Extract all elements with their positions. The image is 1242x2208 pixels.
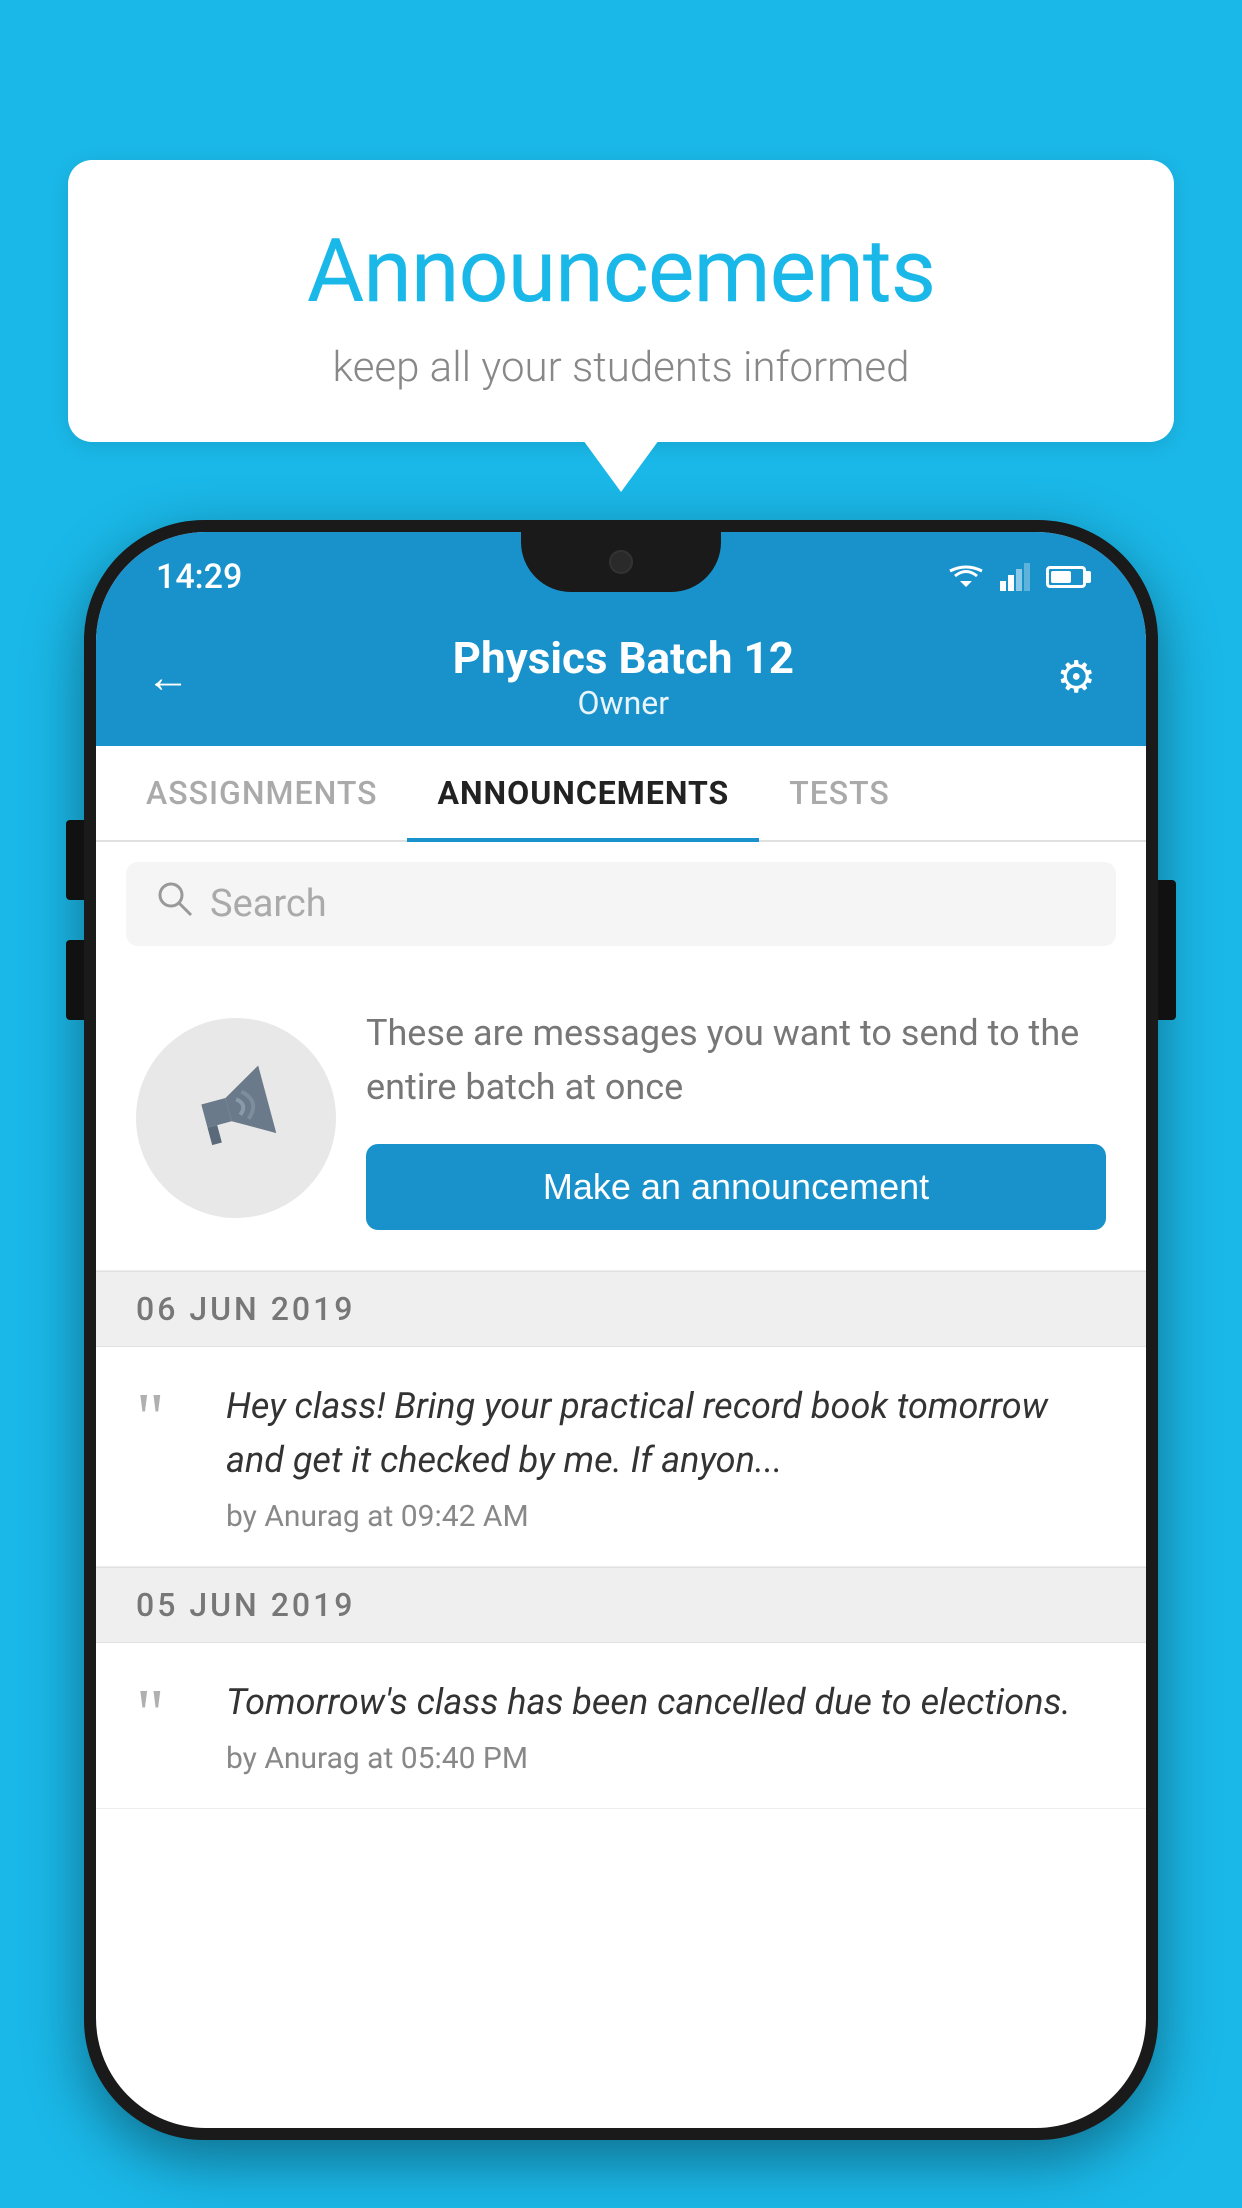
search-placeholder: Search (210, 882, 327, 926)
search-bar[interactable]: Search (126, 862, 1116, 946)
speech-bubble-container: Announcements keep all your students inf… (68, 160, 1174, 442)
speech-bubble: Announcements keep all your students inf… (68, 160, 1174, 442)
signal-icon (1000, 563, 1030, 591)
date-separator-1: 06 JUN 2019 (96, 1271, 1146, 1347)
search-icon (156, 880, 194, 928)
status-time: 14:29 (156, 557, 242, 597)
volume-down-button[interactable] (66, 940, 84, 1020)
batch-title: Physics Batch 12 (190, 632, 1057, 684)
announcement-meta-2: by Anurag at 05:40 PM (226, 1741, 1106, 1776)
speech-bubble-title: Announcements (148, 220, 1094, 323)
batch-subtitle: Owner (190, 684, 1057, 722)
power-button[interactable] (1158, 880, 1176, 1020)
phone-screen: 14:29 (96, 532, 1146, 2128)
back-button[interactable]: ← (146, 651, 190, 703)
tab-announcements[interactable]: ANNOUNCEMENTS (407, 746, 759, 840)
wifi-icon (948, 563, 984, 591)
battery-icon (1046, 566, 1086, 588)
front-camera (609, 550, 633, 574)
quote-icon-2: " (136, 1680, 196, 1750)
quote-icon: " (136, 1384, 196, 1454)
speech-bubble-subtitle: keep all your students informed (148, 343, 1094, 392)
search-container: Search (96, 842, 1146, 966)
promo-icon-circle (136, 1018, 336, 1218)
promo-block: These are messages you want to send to t… (96, 966, 1146, 1271)
announcement-item-2[interactable]: " Tomorrow's class has been cancelled du… (96, 1643, 1146, 1809)
phone-notch (521, 532, 721, 592)
settings-gear-icon[interactable]: ⚙ (1057, 651, 1096, 703)
make-announcement-button[interactable]: Make an announcement (366, 1144, 1106, 1230)
announcement-content-1: Hey class! Bring your practical record b… (226, 1379, 1106, 1534)
header-title-group: Physics Batch 12 Owner (190, 632, 1057, 722)
announcement-item-1[interactable]: " Hey class! Bring your practical record… (96, 1347, 1146, 1567)
status-icons (948, 563, 1086, 591)
tab-assignments[interactable]: ASSIGNMENTS (116, 746, 407, 840)
date-separator-2: 05 JUN 2019 (96, 1567, 1146, 1643)
announcement-meta-1: by Anurag at 09:42 AM (226, 1499, 1106, 1534)
tab-tests[interactable]: TESTS (759, 746, 920, 840)
announcement-content-2: Tomorrow's class has been cancelled due … (226, 1675, 1106, 1776)
promo-description: These are messages you want to send to t… (366, 1006, 1106, 1114)
announcement-text-2: Tomorrow's class has been cancelled due … (226, 1675, 1106, 1729)
app-header: ← Physics Batch 12 Owner ⚙ (96, 612, 1146, 746)
announcement-text-1: Hey class! Bring your practical record b… (226, 1379, 1106, 1487)
volume-up-button[interactable] (66, 820, 84, 900)
promo-content: These are messages you want to send to t… (366, 1006, 1106, 1230)
phone-frame: 14:29 (84, 520, 1158, 2140)
phone-container: 14:29 (84, 520, 1158, 2208)
megaphone-icon (172, 1047, 300, 1189)
tabs-container: ASSIGNMENTS ANNOUNCEMENTS TESTS (96, 746, 1146, 842)
